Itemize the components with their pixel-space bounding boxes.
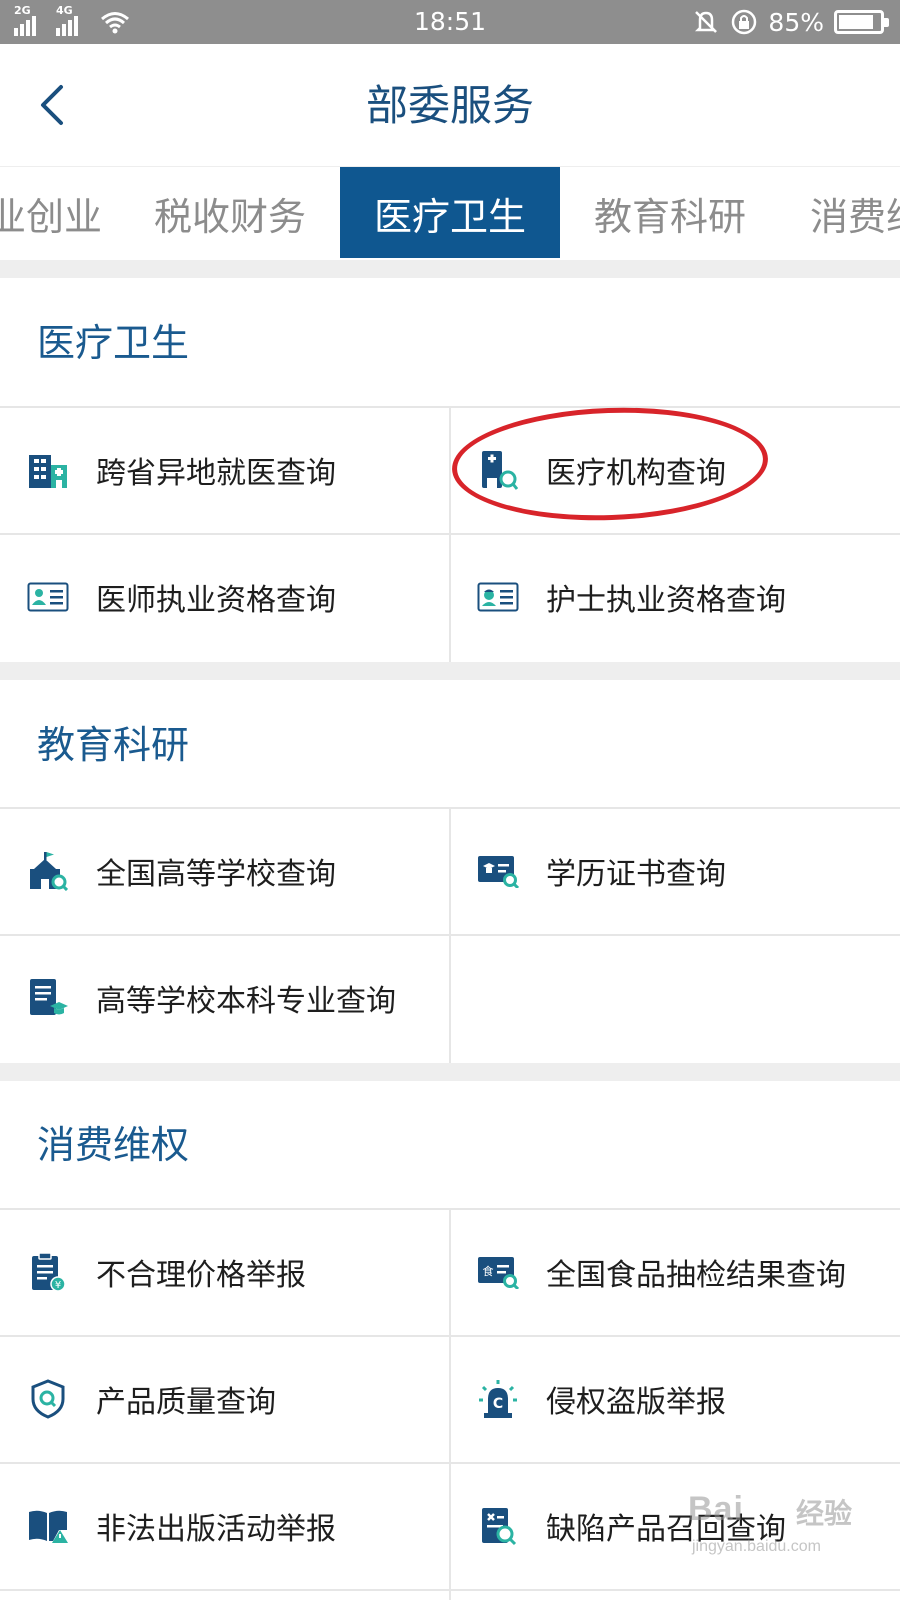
status-bar: 2G 4G 18:51 85% xyxy=(0,0,900,44)
section-divider xyxy=(0,1063,900,1081)
section-title-medical: 医疗卫生 xyxy=(37,321,190,365)
service-medical-institution[interactable]: 医疗机构查询 xyxy=(451,408,900,531)
section-divider xyxy=(0,260,900,278)
baidu-jingyan-watermark: Bai 经验 jingyan.baidu.com xyxy=(688,1470,888,1580)
price-report-clipboard-icon: ¥ xyxy=(26,1250,70,1294)
illegal-book-icon xyxy=(26,1504,70,1548)
service-doctor-qualification[interactable]: 医师执业资格查询 xyxy=(0,535,449,658)
service-label: 全国食品抽检结果查询 xyxy=(546,1257,846,1293)
section-title-consumer: 消费维权 xyxy=(37,1123,190,1167)
food-inspection-card-icon: 食 xyxy=(476,1250,520,1294)
school-search-icon xyxy=(26,849,70,893)
service-undergraduate-majors[interactable]: 高等学校本科专业查询 xyxy=(0,936,449,1059)
tab-consumer-rights[interactable]: 消费维 xyxy=(790,167,900,258)
service-label: 产品质量查询 xyxy=(96,1384,276,1420)
tab-education-research[interactable]: 教育科研 xyxy=(560,167,780,258)
app-header: 部委服务 xyxy=(0,44,900,166)
service-nurse-qualification[interactable]: 护士执业资格查询 xyxy=(451,535,900,658)
hospital-building-icon xyxy=(26,448,70,492)
medical-institution-search-icon xyxy=(476,448,520,492)
watermark-brand-cn: 经验 xyxy=(796,1497,853,1530)
service-unreasonable-price[interactable]: ¥ 不合理价格举报 xyxy=(0,1210,449,1333)
svg-text:C: C xyxy=(493,1396,503,1412)
page-title: 部委服务 xyxy=(365,81,534,130)
service-food-inspection[interactable]: 食 全国食品抽检结果查询 xyxy=(451,1210,900,1333)
service-label: 不合理价格举报 xyxy=(96,1257,306,1293)
rotation-lock-icon xyxy=(732,9,757,35)
defect-recall-search-icon xyxy=(476,1504,520,1548)
service-label: 侵权盗版举报 xyxy=(546,1384,726,1420)
row-divider xyxy=(0,1589,900,1591)
battery-icon xyxy=(834,10,889,34)
service-label: 跨省异地就医查询 xyxy=(96,455,336,491)
tab-medical-health[interactable]: 医疗卫生 xyxy=(340,167,560,258)
status-right: 85% xyxy=(692,6,889,38)
svg-text:¥: ¥ xyxy=(55,1280,61,1291)
section-divider xyxy=(0,662,900,680)
watermark-url: jingyan.baidu.com xyxy=(692,1538,821,1555)
service-label: 非法出版活动举报 xyxy=(96,1511,336,1547)
tab-tax-finance[interactable]: 税收财务 xyxy=(120,167,340,258)
battery-percent: 85% xyxy=(768,7,824,37)
service-national-universities[interactable]: 全国高等学校查询 xyxy=(0,809,449,932)
service-label: 护士执业资格查询 xyxy=(546,582,786,618)
quality-shield-icon xyxy=(26,1377,70,1421)
service-cross-province-medical[interactable]: 跨省异地就医查询 xyxy=(0,408,449,531)
nurse-id-card-icon xyxy=(476,575,520,619)
service-diploma[interactable]: 学历证书查询 xyxy=(451,809,900,932)
doctor-id-card-icon xyxy=(26,575,70,619)
svg-text:食: 食 xyxy=(483,1264,494,1278)
service-label: 学历证书查询 xyxy=(546,856,726,892)
service-label: 全国高等学校查询 xyxy=(96,856,336,892)
category-tabs: 业创业 税收财务 医疗卫生 教育科研 消费维 xyxy=(0,166,900,258)
service-piracy-report[interactable]: C 侵权盗版举报 xyxy=(451,1337,900,1460)
tab-entrepreneurship[interactable]: 业创业 xyxy=(0,167,110,258)
service-label: 医师执业资格查询 xyxy=(96,582,336,618)
service-product-quality[interactable]: 产品质量查询 xyxy=(0,1337,449,1460)
service-illegal-publishing[interactable]: 非法出版活动举报 xyxy=(0,1464,449,1587)
service-label: 医疗机构查询 xyxy=(546,455,726,491)
major-document-icon xyxy=(26,976,70,1020)
section-title-education: 教育科研 xyxy=(37,723,190,767)
watermark-brand: Bai xyxy=(688,1490,744,1528)
service-label: 高等学校本科专业查询 xyxy=(96,983,396,1019)
alarm-siren-icon: C xyxy=(476,1377,520,1421)
diploma-card-search-icon xyxy=(476,849,520,893)
mute-icon xyxy=(695,11,718,33)
